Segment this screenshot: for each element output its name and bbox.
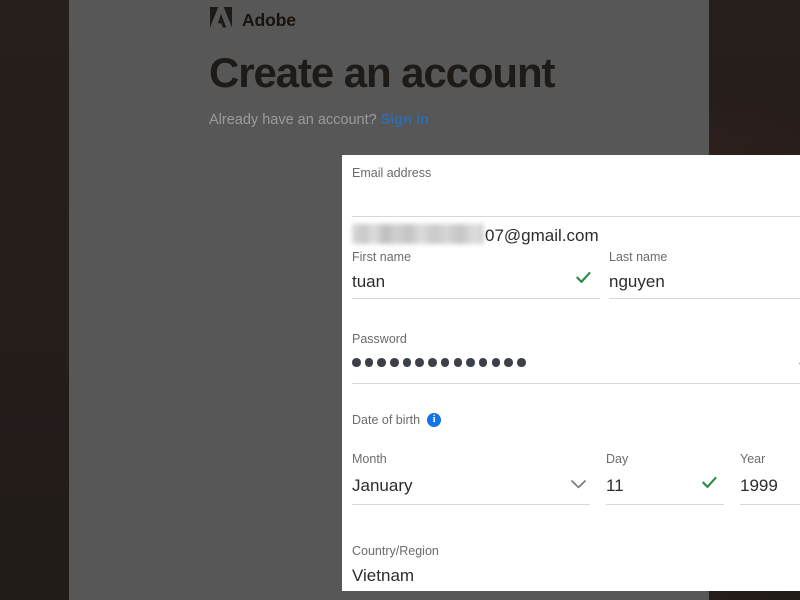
first-name-label: First name [352,250,412,264]
first-name-input[interactable]: tuan [352,273,385,290]
password-mask-dot [377,358,386,367]
password-mask-dot [504,358,513,367]
month-chevron-down-icon[interactable] [569,477,588,496]
password-mask-dot [352,358,361,367]
page-title: Create an account [209,49,556,96]
password-mask-dot [428,358,437,367]
adobe-brand: Adobe [209,7,296,33]
month-label: Month [352,452,387,466]
signin-prompt-row: Already have an account? Sign in [209,112,429,128]
day-label: Day [606,452,629,466]
month-select[interactable]: January [352,477,412,494]
password-mask-dot [466,358,475,367]
last-name-input[interactable]: nguyen [609,273,665,290]
country-label: Country/Region [352,544,439,558]
info-icon[interactable]: i [427,413,442,427]
password-label: Password [352,332,407,346]
password-mask-dot [491,358,501,367]
password-mask-dot [453,358,463,367]
last-name-label: Last name [609,250,668,264]
year-label: Year [740,452,766,466]
day-input[interactable]: 11 [606,477,624,494]
day-check-icon [701,474,718,496]
first-name-underline [352,298,600,299]
first-name-check-icon [575,269,592,291]
modal-scrim: Adobe Create an account Already have an … [69,0,800,600]
password-input[interactable] [352,358,526,367]
password-underline [352,383,800,384]
email-redacted-prefix [352,224,484,244]
signup-content: Adobe Create an account Already have an … [209,0,800,600]
last-name-underline [609,298,800,299]
year-underline [740,504,800,505]
password-mask-dot [516,358,526,367]
date-of-birth-header: Date of birth i [352,412,442,427]
month-underline [352,504,590,505]
password-mask-dot [390,358,399,367]
country-select[interactable]: Vietnam [352,567,414,584]
adobe-logo-icon [209,7,233,33]
sign-in-link[interactable]: Sign in [381,112,429,128]
date-of-birth-label: Date of birth [352,412,421,427]
year-input[interactable]: 1999 [740,477,778,494]
email-value: 07@gmail.com [485,226,599,245]
email-underline [352,216,800,217]
password-mask-dot [478,358,488,367]
signin-prompt-text: Already have an account? [209,112,377,128]
signup-form-card: Email address 07@gmail.com First name tu… [342,155,800,591]
password-mask-dot [415,358,425,367]
email-label: Email address [352,166,432,180]
password-mask-dot [402,358,412,367]
adobe-wordmark: Adobe [242,9,296,30]
day-underline [606,504,724,505]
password-mask-dot [440,358,450,367]
password-mask-dot [364,358,374,367]
